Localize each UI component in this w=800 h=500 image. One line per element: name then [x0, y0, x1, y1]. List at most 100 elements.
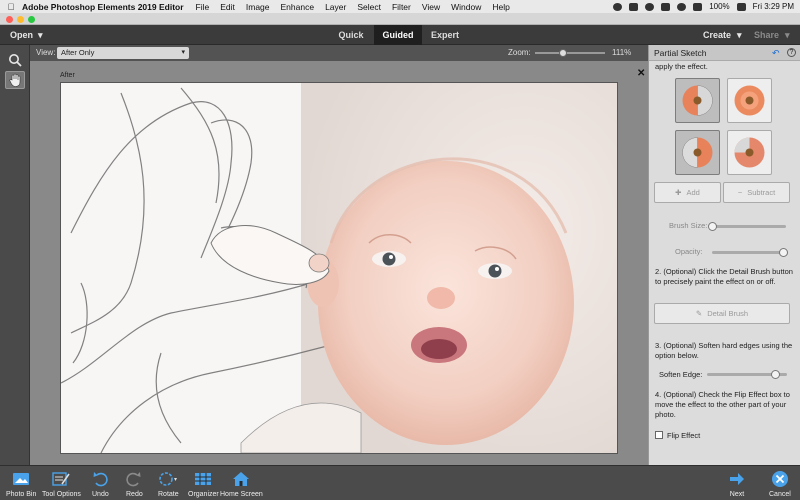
- menu-edit[interactable]: Edit: [220, 2, 235, 12]
- chevron-down-icon: ▾: [181, 49, 185, 56]
- flower-icon: [734, 137, 765, 168]
- home-icon: [232, 469, 250, 489]
- reset-icon[interactable]: ↶: [772, 48, 780, 59]
- menu-filter[interactable]: Filter: [392, 2, 411, 12]
- create-button[interactable]: Create ▾: [703, 30, 742, 41]
- preset-thumbnail-3[interactable]: [675, 130, 720, 175]
- view-label: View:: [36, 48, 56, 57]
- tool-options-button[interactable]: Tool Options: [42, 469, 81, 498]
- canvas-area[interactable]: After ✕: [30, 61, 648, 465]
- next-label: Next: [729, 491, 745, 498]
- menu-window[interactable]: Window: [451, 2, 481, 12]
- preset-thumbnail-4[interactable]: [727, 130, 772, 175]
- subtract-button[interactable]: − Subtract: [723, 182, 790, 203]
- bluetooth-icon[interactable]: [661, 2, 671, 11]
- app-name-menu[interactable]: Adobe Photoshop Elements 2019 Editor: [22, 2, 184, 12]
- volume-icon[interactable]: [693, 2, 703, 11]
- cancel-icon: [771, 469, 789, 489]
- subtract-label: Subtract: [747, 188, 776, 197]
- menu-help[interactable]: Help: [492, 2, 509, 12]
- next-button[interactable]: Next: [729, 469, 745, 498]
- tab-expert[interactable]: Expert: [422, 25, 468, 45]
- photo-bin-button[interactable]: Photo Bin: [6, 469, 36, 498]
- zoom-slider-thumb[interactable]: [559, 49, 567, 57]
- chevron-down-icon: ▾: [785, 30, 790, 40]
- apple-menu-icon[interactable]: : [0, 2, 22, 12]
- soften-edge-label: Soften Edge:: [659, 370, 703, 379]
- close-icon[interactable]: ✕: [637, 68, 645, 79]
- flip-effect-label[interactable]: Flip Effect: [667, 431, 700, 440]
- subtract-brush-icon: −: [737, 188, 743, 197]
- add-button[interactable]: ✚ Add: [654, 182, 721, 203]
- brush-size-label: Brush Size:: [669, 221, 708, 230]
- redo-button[interactable]: Redo: [126, 469, 143, 498]
- after-label: After: [60, 72, 75, 79]
- organizer-label: Organizer: [188, 491, 219, 498]
- menu-file[interactable]: File: [196, 2, 210, 12]
- view-select-value: After Only: [61, 48, 95, 57]
- tab-quick[interactable]: Quick: [328, 25, 374, 45]
- toolbox: [0, 45, 30, 465]
- organizer-button[interactable]: Organizer: [188, 469, 219, 498]
- tab-guided[interactable]: Guided: [374, 25, 422, 45]
- help-icon[interactable]: ?: [787, 48, 796, 57]
- open-button[interactable]: Open ▾: [10, 30, 43, 41]
- detail-brush-button[interactable]: ✎ Detail Brush: [654, 303, 790, 324]
- rotate-label: Rotate: [158, 491, 179, 498]
- share-button[interactable]: Share ▾: [754, 30, 790, 41]
- zoom-slider[interactable]: [535, 49, 605, 57]
- undo-icon: [92, 469, 109, 489]
- photo-bin-icon: [12, 469, 30, 489]
- location-icon[interactable]: [613, 2, 623, 11]
- magnifier-icon: [9, 54, 22, 67]
- cancel-button[interactable]: Cancel: [769, 469, 791, 498]
- soften-edge-thumb[interactable]: [771, 370, 780, 379]
- undo-button[interactable]: Undo: [92, 469, 109, 498]
- battery-percent: 100%: [709, 2, 730, 11]
- sync-icon[interactable]: [645, 2, 655, 11]
- brush-size-slider[interactable]: [708, 222, 786, 231]
- zoom-tool-button[interactable]: [5, 51, 25, 69]
- chevron-down-icon: ▾: [38, 30, 43, 40]
- tray-app-icon[interactable]: [629, 2, 639, 11]
- window-titlebar: [0, 13, 800, 25]
- share-label: Share: [754, 30, 780, 40]
- cancel-label: Cancel: [769, 491, 791, 498]
- menu-enhance[interactable]: Enhance: [281, 2, 315, 12]
- half-sketch-flower-icon: [682, 137, 713, 168]
- view-select[interactable]: After Only ▾: [57, 47, 189, 59]
- zoom-label: Zoom:: [508, 48, 531, 57]
- menu-image[interactable]: Image: [246, 2, 270, 12]
- redo-icon: [126, 469, 142, 489]
- intro-text: apply the effect.: [655, 62, 708, 71]
- menu-layer[interactable]: Layer: [325, 2, 346, 12]
- flip-effect-checkbox[interactable]: [655, 431, 663, 439]
- mac-menubar:  Adobe Photoshop Elements 2019 Editor F…: [0, 0, 800, 13]
- next-arrow-icon: [729, 469, 745, 489]
- bottom-bar: Photo Bin Tool Options Undo Redo Rotate: [0, 465, 800, 500]
- battery-icon[interactable]: [736, 2, 746, 11]
- document-photo[interactable]: [60, 82, 618, 454]
- mode-tabs: Quick Guided Expert: [328, 25, 468, 45]
- opacity-slider[interactable]: [712, 248, 788, 257]
- zoom-window-button[interactable]: [28, 16, 35, 23]
- close-window-button[interactable]: [6, 16, 13, 23]
- panel-title: Partial Sketch: [654, 48, 707, 58]
- brush-size-thumb[interactable]: [708, 222, 717, 231]
- tool-options-bar: View: After Only ▾ Zoom: 111%: [30, 45, 648, 61]
- tool-options-icon: [52, 469, 71, 489]
- opacity-label: Opacity:: [675, 247, 703, 256]
- wifi-icon[interactable]: [677, 2, 687, 11]
- hand-tool-button[interactable]: [5, 71, 25, 89]
- rotate-button[interactable]: Rotate: [158, 469, 179, 498]
- home-screen-button[interactable]: Home Screen: [220, 469, 263, 498]
- preset-thumbnail-1[interactable]: [675, 78, 720, 123]
- minimize-window-button[interactable]: [17, 16, 24, 23]
- preset-thumbnail-2[interactable]: [727, 78, 772, 123]
- soften-edge-slider[interactable]: [707, 370, 787, 379]
- clock[interactable]: Fri 3:29 PM: [753, 2, 794, 11]
- menu-view[interactable]: View: [422, 2, 440, 12]
- menu-select[interactable]: Select: [357, 2, 381, 12]
- opacity-thumb[interactable]: [779, 248, 788, 257]
- sketch-flower-icon: [682, 85, 713, 116]
